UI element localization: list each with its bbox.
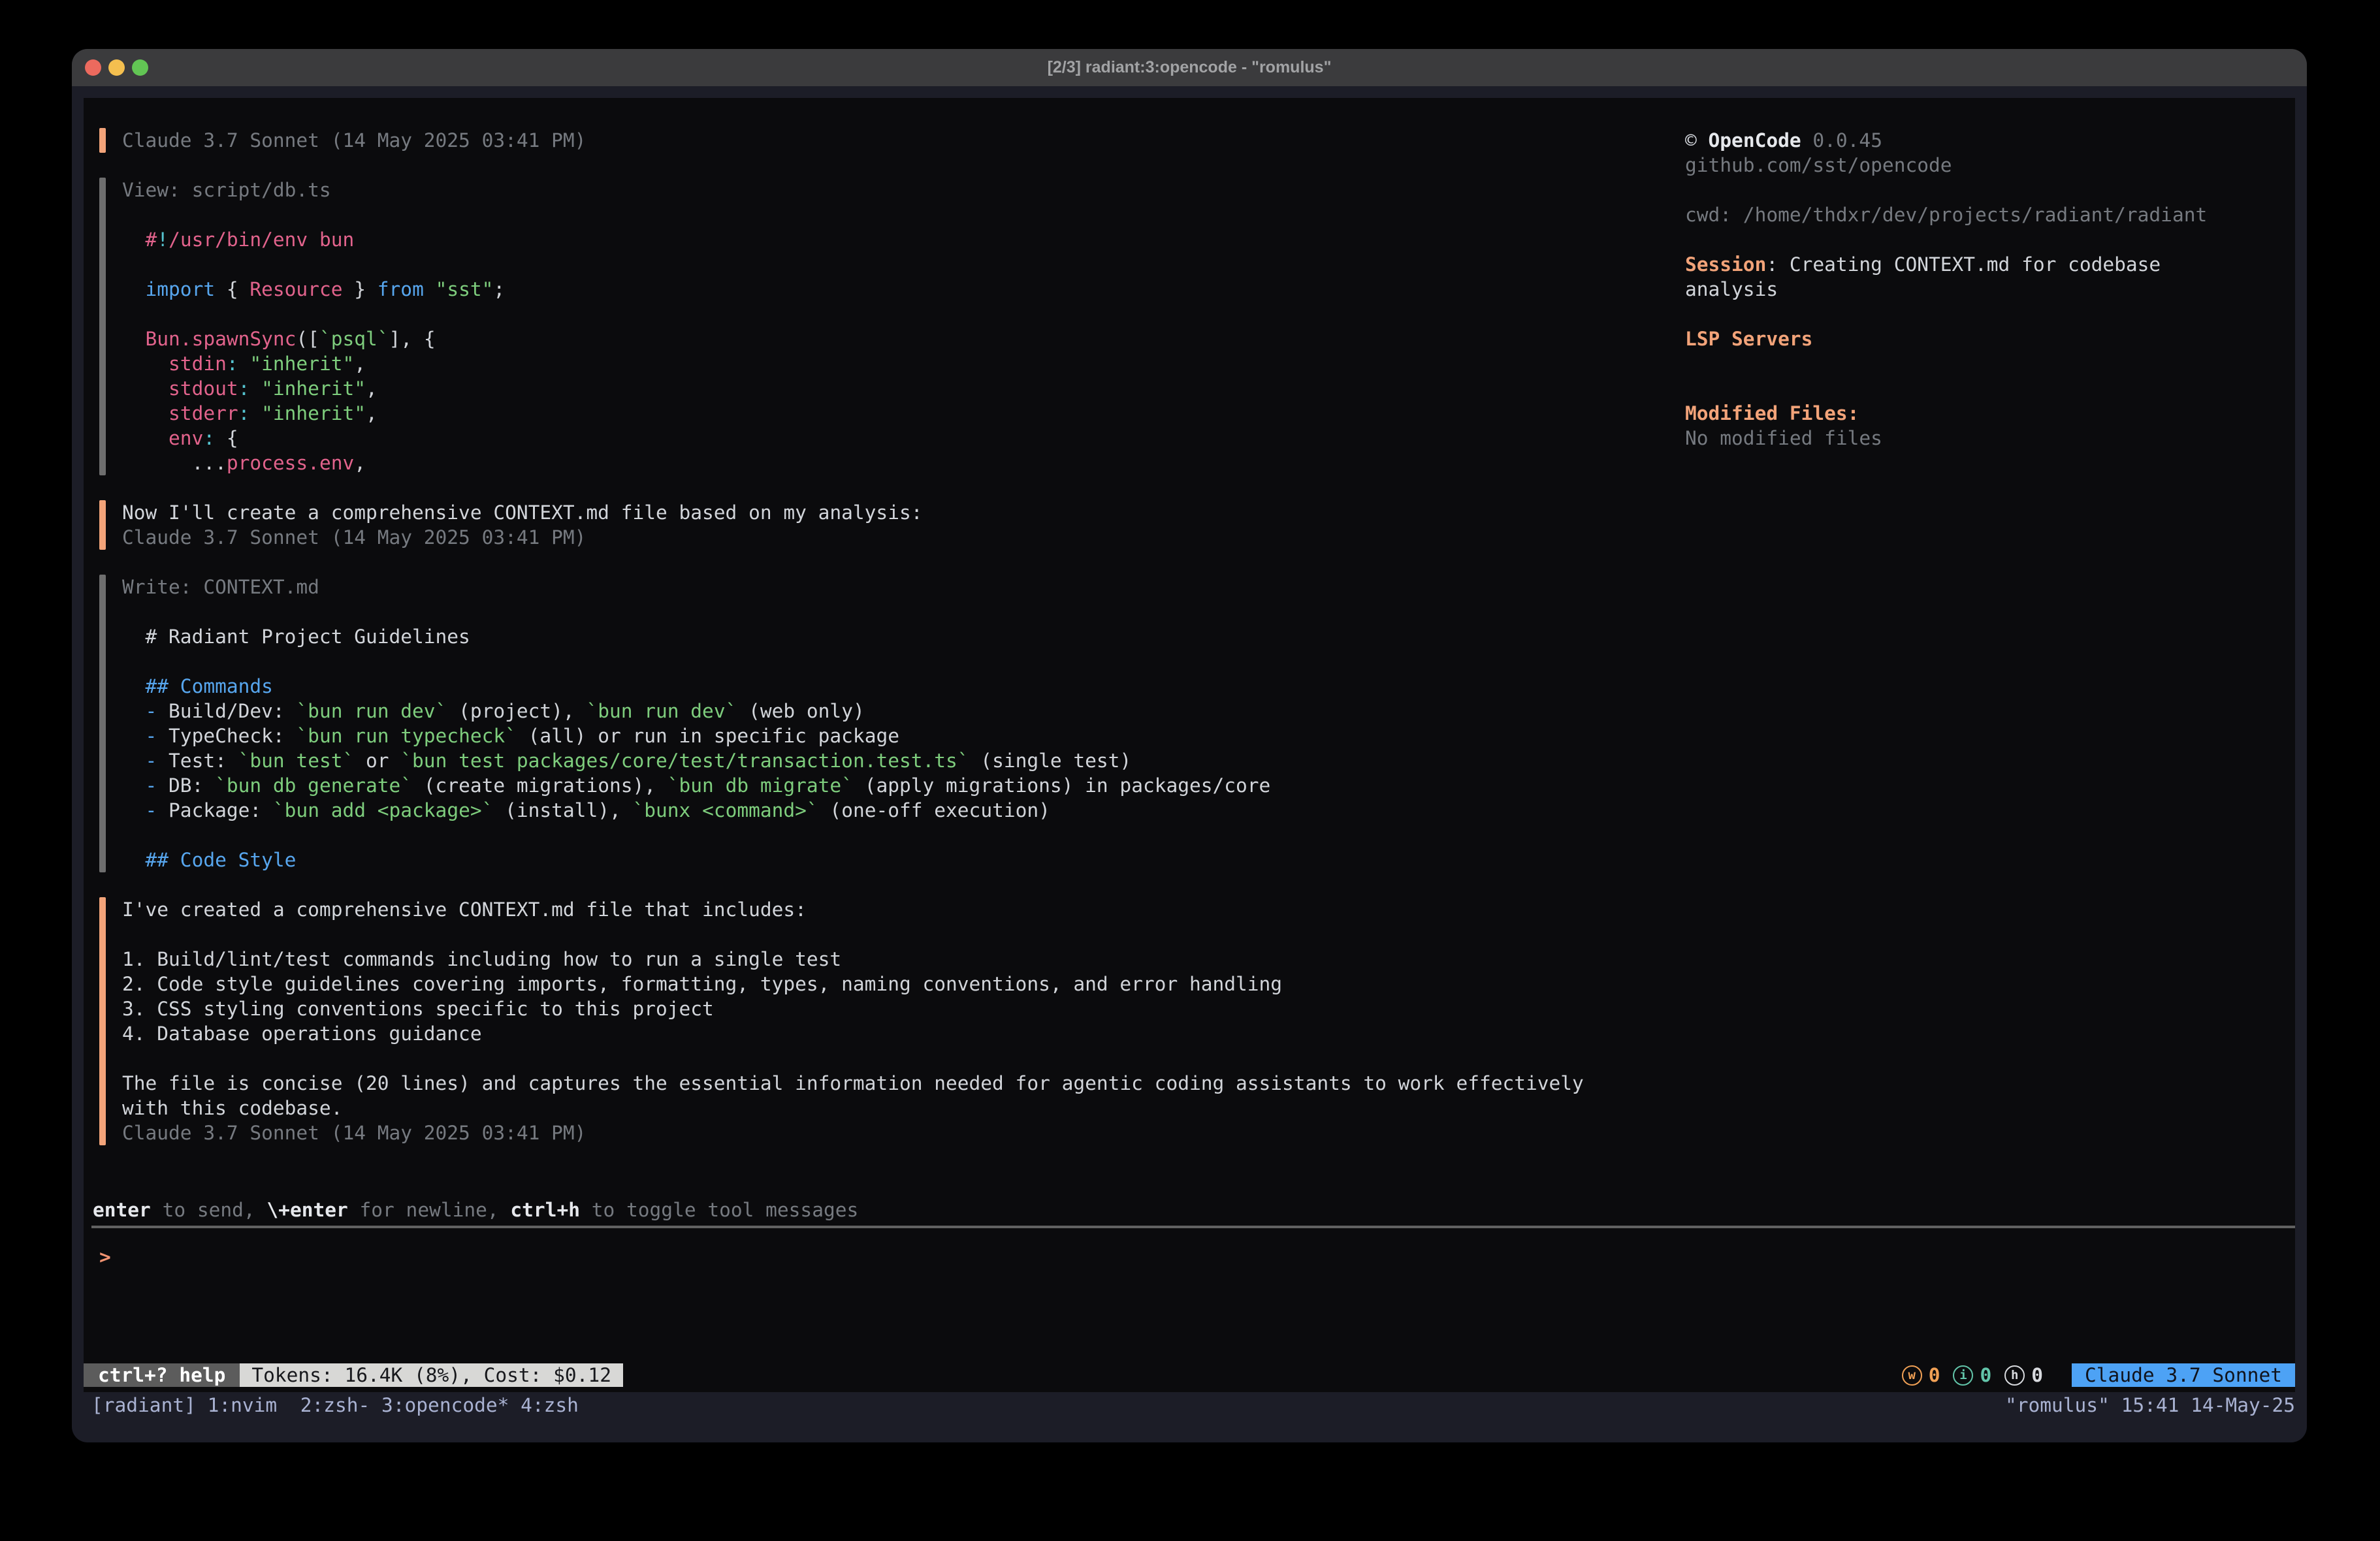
diagnostic-hint: h 0 [2004,1363,2043,1388]
message-body: I've created a comprehensive CONTEXT.md … [106,897,1584,1145]
keybind-hints: enter to send, \+enter for newline, ctrl… [93,1198,858,1222]
prompt-caret-icon: > [99,1246,111,1268]
warning-icon: w [1902,1365,1922,1386]
message-body: Claude 3.7 Sonnet (14 May 2025 03:41 PM) [106,128,586,153]
chat-transcript: Claude 3.7 Sonnet (14 May 2025 03:41 PM)… [99,128,1680,1170]
tmux-session-info: "romulus" 15:41 14-May-25 [2005,1394,2295,1416]
diagnostic-info: i 0 [1953,1363,1991,1388]
message-accent-bar [99,500,106,550]
input-separator [91,1226,2295,1228]
message-block: I've created a comprehensive CONTEXT.md … [99,897,1680,1145]
warning-count: 0 [1929,1363,1940,1388]
tmux-window-list[interactable]: [radiant] 1:nvim 2:zsh- 3:opencode* 4:zs… [84,1394,579,1416]
tool-body: View: script/db.ts #!/usr/bin/env bun im… [106,178,505,475]
opencode-pane: Claude 3.7 Sonnet (14 May 2025 03:41 PM)… [84,98,2295,1392]
tool-block-view: View: script/db.ts #!/usr/bin/env bun im… [99,178,1680,475]
session-sidebar: © OpenCode 0.0.45github.com/sst/opencode… [1685,128,2292,451]
help-shortcut-badge: ctrl+? help [84,1363,240,1387]
tool-accent-bar [99,178,106,475]
info-icon: i [1953,1365,1973,1386]
tool-accent-bar [99,575,106,872]
message-block: Now I'll create a comprehensive CONTEXT.… [99,500,1680,550]
window-title: [2/3] radiant:3:opencode - "romulus" [1048,58,1332,77]
titlebar: [2/3] radiant:3:opencode - "romulus" [72,49,2307,86]
diagnostics-group: w 0 i 0 h 0 [1902,1363,2043,1388]
minimize-button[interactable] [108,59,125,76]
traffic-lights [85,59,148,76]
close-button[interactable] [85,59,101,76]
diagnostic-warning: w 0 [1902,1363,1940,1388]
tool-body: Write: CONTEXT.md # Radiant Project Guid… [106,575,1270,872]
terminal-window: [2/3] radiant:3:opencode - "romulus" Cla… [72,49,2307,1442]
hint-icon: h [2004,1365,2025,1386]
prompt-input[interactable]: > [99,1245,111,1269]
model-badge[interactable]: Claude 3.7 Sonnet [2072,1363,2295,1387]
tokens-cost-badge: Tokens: 16.4K (8%), Cost: $0.12 [240,1363,623,1387]
status-bar: ctrl+? help Tokens: 16.4K (8%), Cost: $0… [84,1363,2295,1387]
message-body: Now I'll create a comprehensive CONTEXT.… [106,500,922,550]
tmux-status-bar: [radiant] 1:nvim 2:zsh- 3:opencode* 4:zs… [84,1392,2295,1418]
message-accent-bar [99,897,106,1145]
message-accent-bar [99,128,106,153]
tool-block-write: Write: CONTEXT.md # Radiant Project Guid… [99,575,1680,872]
zoom-button[interactable] [132,59,148,76]
message-block: Claude 3.7 Sonnet (14 May 2025 03:41 PM) [99,128,1680,153]
info-count: 0 [1980,1363,1991,1388]
hint-count: 0 [2031,1363,2043,1388]
